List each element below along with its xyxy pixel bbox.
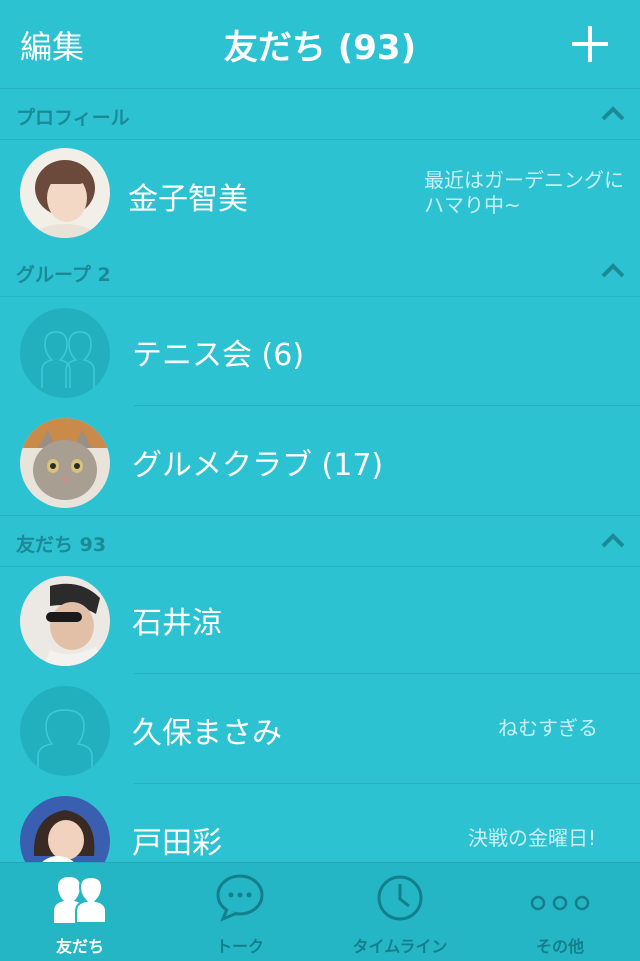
- tab-talk[interactable]: トーク: [160, 863, 320, 961]
- group-name: グルメクラブ (17): [132, 448, 384, 483]
- chevron-up-icon[interactable]: [601, 532, 625, 548]
- group-row[interactable]: テニス会 (6): [0, 296, 640, 406]
- tab-bar: 友だち トーク タイムライン その他: [0, 862, 640, 961]
- friend-row[interactable]: 石井涼: [0, 564, 640, 674]
- friend-name: 戸田彩: [132, 826, 222, 861]
- group-row[interactable]: グルメクラブ (17): [0, 406, 640, 516]
- tab-label: その他: [535, 937, 584, 956]
- section-header-friends: 友だち 93: [0, 516, 640, 567]
- group-placeholder-avatar: [20, 308, 110, 398]
- avatar: [20, 148, 110, 238]
- section-label: グループ 2: [16, 264, 111, 286]
- friend-name: 石井涼: [132, 606, 222, 641]
- chat-bubble-icon: [216, 874, 264, 922]
- tab-label: タイムライン: [352, 937, 448, 956]
- group-name: テニス会 (6): [132, 338, 305, 373]
- section-label: 友だち 93: [16, 534, 107, 556]
- friends-icon: [54, 875, 107, 923]
- profile-status: 最近はガーデニングに ハマり中~: [424, 168, 624, 217]
- tab-more[interactable]: その他: [480, 863, 640, 961]
- group-avatar-cat: [20, 418, 110, 508]
- avatar: [20, 796, 110, 862]
- nav-bar: 編集 友だち (93): [0, 0, 640, 89]
- friend-row[interactable]: 久保まさみ ねむすぎる: [0, 674, 640, 784]
- friend-name: 久保まさみ: [132, 716, 282, 751]
- add-friend-icon[interactable]: [570, 24, 610, 64]
- page-title: 友だち (93): [223, 28, 417, 68]
- avatar: [20, 576, 110, 666]
- tab-label: トーク: [215, 937, 264, 956]
- more-dots-icon: [530, 895, 590, 911]
- tab-timeline[interactable]: タイムライン: [320, 863, 480, 961]
- chevron-up-icon[interactable]: [601, 262, 625, 278]
- friend-status: ねむすぎる: [498, 716, 598, 740]
- profile-name: 金子智美: [128, 182, 248, 217]
- section-label: プロフィール: [16, 107, 130, 129]
- friend-row[interactable]: 戸田彩 決戦の金曜日!: [0, 784, 640, 862]
- chevron-up-icon[interactable]: [601, 105, 625, 121]
- person-placeholder-icon: [20, 686, 110, 776]
- tab-label: 友だち: [55, 937, 104, 956]
- section-header-profile: プロフィール: [0, 89, 640, 140]
- profile-row[interactable]: 金子智美 最近はガーデニングに ハマり中~: [0, 138, 640, 246]
- section-header-groups: グループ 2: [0, 246, 640, 297]
- tab-friends[interactable]: 友だち: [0, 863, 160, 961]
- clock-icon: [377, 875, 423, 921]
- friend-status: 決戦の金曜日!: [468, 826, 597, 850]
